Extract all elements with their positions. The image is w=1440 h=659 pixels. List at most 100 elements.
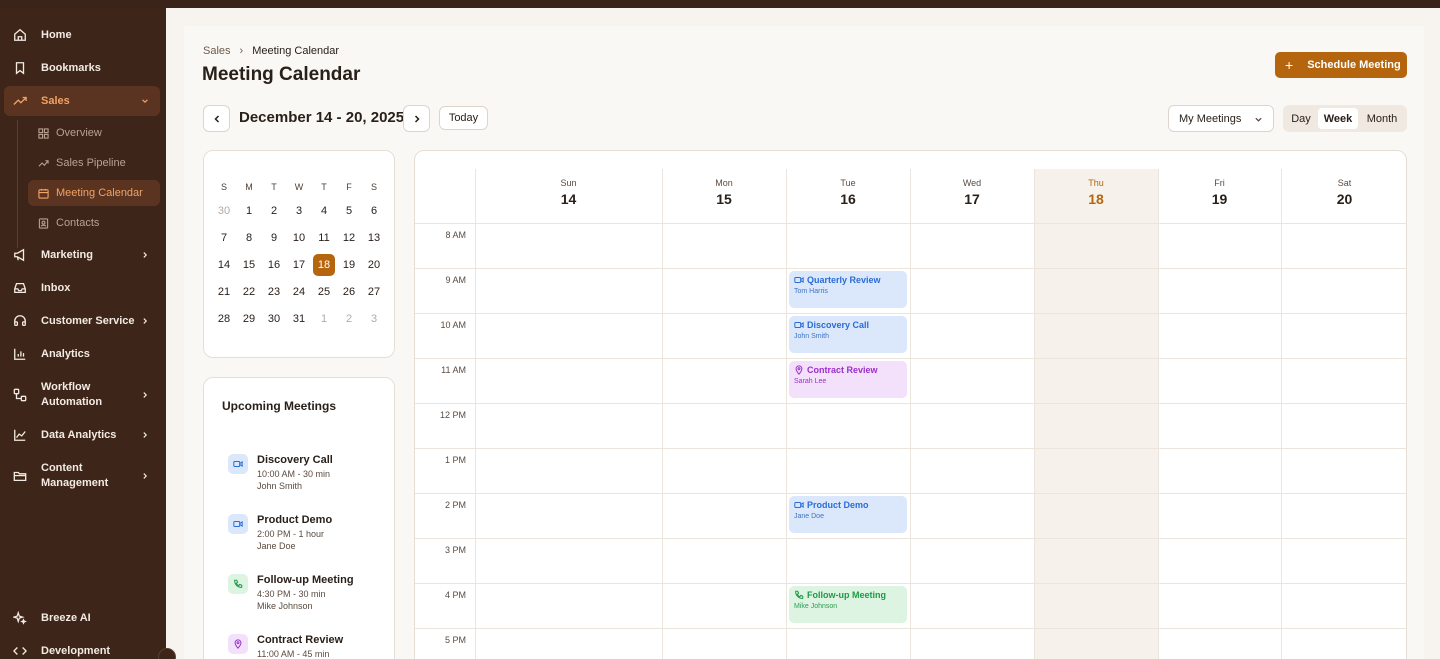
calendar-day[interactable]: 25 — [313, 281, 335, 303]
calendar-event[interactable]: Product Demo Jane Doe — [789, 496, 907, 533]
calendar-day[interactable]: 1 — [313, 308, 335, 330]
calendar-day[interactable]: 23 — [263, 281, 285, 303]
calendar-day[interactable]: 12 — [338, 227, 360, 249]
day-header-tue[interactable]: Tue 16 — [786, 178, 910, 207]
schedule-meeting-button[interactable]: + Schedule Meeting — [1275, 52, 1407, 78]
view-month-button[interactable]: Month — [1360, 108, 1404, 129]
breadcrumb-parent[interactable]: Sales — [203, 45, 231, 57]
calendar-day[interactable]: 22 — [238, 281, 260, 303]
selected-day[interactable]: 18 — [313, 254, 335, 276]
calendar-day[interactable]: 19 — [338, 254, 360, 276]
upcoming-meeting-item[interactable]: Product Demo 2:00 PM - 1 hour Jane Doe — [228, 514, 388, 558]
calendar-day[interactable]: 3 — [288, 200, 310, 222]
weekday-header: T — [321, 182, 327, 192]
calendar-event[interactable]: Contract Review Sarah Lee — [789, 361, 907, 398]
day-header-sun[interactable]: Sun 14 — [475, 178, 662, 207]
sidebar-item-bookmarks[interactable]: Bookmarks — [4, 53, 160, 83]
calendar-day[interactable]: 4 — [313, 200, 335, 222]
sidebar-item-label: Workflow Automation — [41, 381, 103, 408]
sidebar-item-content-management[interactable]: Content Management — [4, 459, 160, 493]
calendar-day[interactable]: 30 — [213, 200, 235, 222]
today-button[interactable]: Today — [439, 106, 488, 130]
calendar-day[interactable]: 17 — [288, 254, 310, 276]
sidebar-item-data-analytics[interactable]: Data Analytics — [4, 420, 160, 450]
calendar-day[interactable]: 28 — [213, 308, 235, 330]
chevron-down-icon — [140, 96, 150, 106]
calendar-day[interactable]: 26 — [338, 281, 360, 303]
calendar-day[interactable]: 15 — [238, 254, 260, 276]
calendar-day[interactable]: 16 — [263, 254, 285, 276]
day-header-wed[interactable]: Wed 17 — [910, 178, 1034, 207]
calendar-day[interactable]: 24 — [288, 281, 310, 303]
sidebar-subitem-contacts[interactable]: Contacts — [28, 210, 160, 236]
calendar-day[interactable]: 20 — [363, 254, 385, 276]
sidebar-collapse-handle[interactable] — [158, 648, 176, 659]
calendar-day[interactable]: 6 — [363, 200, 385, 222]
calendar-day[interactable]: 31 — [288, 308, 310, 330]
sidebar-item-sales[interactable]: Sales — [4, 86, 160, 116]
calendar-event[interactable]: Quarterly Review Tom Harris — [789, 271, 907, 308]
upcoming-meeting-item[interactable]: Follow-up Meeting 4:30 PM - 30 min Mike Jo… — [228, 574, 388, 618]
sidebar-item-customer-service[interactable]: Customer Service — [4, 306, 160, 336]
sidebar-subitem-meeting-calendar[interactable]: Meeting Calendar — [28, 180, 160, 206]
event-title: Follow-up Meeting — [794, 590, 902, 600]
hour-line — [415, 403, 1406, 404]
calendar-event[interactable]: Follow-up Meeting Mike Johnson — [789, 586, 907, 623]
day-header-mon[interactable]: Mon 15 — [662, 178, 786, 207]
calendar-day[interactable]: 21 — [213, 281, 235, 303]
column-divider — [1034, 169, 1035, 659]
calendar-day[interactable]: 2 — [263, 200, 285, 222]
header-divider — [415, 223, 1406, 224]
sidebar-subitem-overview[interactable]: Overview — [28, 120, 160, 146]
view-week-button[interactable]: Week — [1318, 108, 1358, 129]
chevron-right-icon: › — [239, 45, 244, 57]
column-divider — [1158, 169, 1159, 659]
mini-calendar: S M T W T F S 30 1 2 3 4 5 6 7 8 9 10 11 12 13 14 15 16 17 18 19 20… — [203, 150, 395, 358]
chevron-down-icon — [1255, 117, 1262, 122]
view-toggle: Day Week Month — [1283, 105, 1407, 132]
meeting-time: 2:00 PM - 1 hour — [257, 529, 325, 539]
previous-week-button[interactable] — [203, 105, 230, 132]
weekday-header: F — [346, 182, 352, 192]
upcoming-meeting-item[interactable]: Discovery Call 10:00 AM - 30 min John Smit… — [228, 454, 388, 498]
sidebar-item-label: Sales — [41, 95, 70, 107]
calendar-day[interactable]: 29 — [238, 308, 260, 330]
day-header-fri[interactable]: Fri 19 — [1158, 178, 1281, 207]
calendar-day[interactable]: 9 — [263, 227, 285, 249]
next-week-button[interactable] — [403, 105, 430, 132]
calendar-day[interactable]: 7 — [213, 227, 235, 249]
day-name: Sun — [560, 178, 577, 188]
calendar-day[interactable]: 3 — [363, 308, 385, 330]
meeting-filter-select[interactable]: My Meetings — [1168, 105, 1274, 132]
view-day-button[interactable]: Day — [1286, 108, 1316, 129]
column-divider — [786, 169, 787, 659]
calendar-day[interactable]: 27 — [363, 281, 385, 303]
code-icon — [12, 643, 28, 659]
sidebar-item-label: Inbox — [41, 282, 71, 294]
sidebar-item-development[interactable]: Development — [4, 636, 160, 659]
meeting-time: 4:30 PM - 30 min — [257, 589, 326, 599]
calendar-day[interactable]: 14 — [213, 254, 235, 276]
sidebar-item-analytics[interactable]: Analytics — [4, 339, 160, 369]
calendar-day[interactable]: 8 — [238, 227, 260, 249]
calendar-day[interactable]: 11 — [313, 227, 335, 249]
upcoming-meeting-item[interactable]: Contract Review11:00 AM - 45 minSarah Le… — [228, 634, 388, 659]
day-header-sat[interactable]: Sat 20 — [1281, 178, 1406, 207]
time-label: 5 PM — [444, 635, 466, 645]
calendar-day[interactable]: 13 — [363, 227, 385, 249]
day-header-thu[interactable]: Thu 18 — [1034, 178, 1158, 207]
calendar-day[interactable]: 2 — [338, 308, 360, 330]
column-divider — [662, 169, 663, 659]
calendar-day[interactable]: 1 — [238, 200, 260, 222]
calendar-day[interactable]: 30 — [263, 308, 285, 330]
sidebar-item-marketing[interactable]: Marketing — [4, 240, 160, 270]
calendar-day[interactable]: 5 — [338, 200, 360, 222]
sidebar-item-home[interactable]: Home — [4, 20, 160, 50]
sidebar-item-workflow-automation[interactable]: Workflow Automation — [4, 378, 160, 412]
calendar-day[interactable]: 10 — [288, 227, 310, 249]
sidebar-subitem-sales-pipeline[interactable]: Sales Pipeline — [28, 150, 160, 176]
calendar-event[interactable]: Discovery Call John Smith — [789, 316, 907, 353]
sidebar-item-inbox[interactable]: Inbox — [4, 273, 160, 303]
chevron-left-icon — [213, 114, 219, 123]
sidebar-item-breeze-ai[interactable]: Breeze AI — [4, 603, 160, 633]
